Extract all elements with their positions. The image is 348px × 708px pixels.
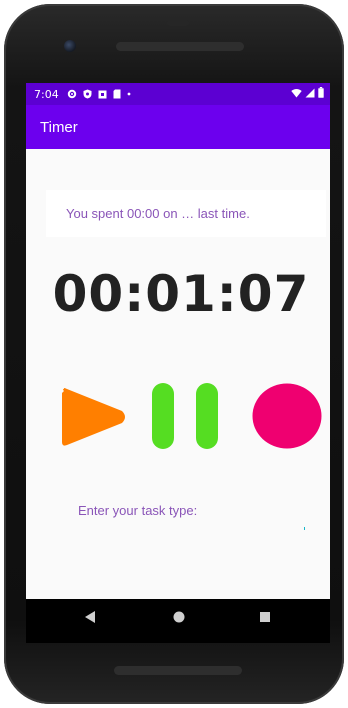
phone-sensor (167, 20, 189, 26)
last-time-text: You spent 00:00 on … last time. (66, 206, 250, 221)
phone-frame: 7:04 Timer You spent 00:00 on … last tim… (4, 4, 344, 704)
home-icon (173, 611, 185, 623)
pause-button[interactable] (150, 383, 220, 449)
earpiece-speaker (116, 42, 244, 51)
battery-icon (318, 87, 324, 98)
nav-recents-button[interactable] (259, 609, 271, 628)
record-icon (252, 383, 322, 449)
status-time: 7:04 (34, 87, 59, 101)
status-icons-right (291, 87, 324, 98)
square-icon (98, 90, 107, 98)
phone-screen: 7:04 Timer You spent 00:00 on … last tim… (26, 83, 330, 643)
status-bar: 7:04 (26, 83, 330, 105)
app-bar: Timer (26, 105, 330, 149)
main-content: You spent 00:00 on … last time. 00:01:07 (26, 149, 330, 599)
front-camera (64, 40, 76, 52)
navigation-bar (26, 599, 330, 643)
nav-back-button[interactable] (84, 609, 96, 628)
task-type-input[interactable] (78, 521, 308, 531)
signal-icon (305, 88, 315, 97)
back-icon (85, 611, 95, 623)
play-button[interactable] (58, 385, 128, 449)
record-button[interactable] (252, 383, 322, 449)
gear-icon (67, 89, 76, 99)
nav-home-button[interactable] (172, 609, 186, 628)
timer-display: 00:01:07 (52, 265, 310, 323)
pause-icon (152, 383, 218, 449)
status-icons-left (67, 89, 131, 99)
bottom-speaker (114, 666, 242, 675)
recents-icon (260, 612, 270, 622)
task-type-label: Enter your task type: (78, 503, 198, 518)
play-icon (62, 388, 125, 446)
text-cursor (304, 527, 305, 530)
shield-icon (83, 89, 92, 99)
sim-icon (113, 89, 121, 99)
wifi-icon (291, 88, 302, 97)
timer-controls (26, 383, 330, 453)
dot-icon (127, 92, 131, 96)
app-title: Timer (40, 118, 78, 136)
last-time-card: You spent 00:00 on … last time. (46, 190, 326, 237)
